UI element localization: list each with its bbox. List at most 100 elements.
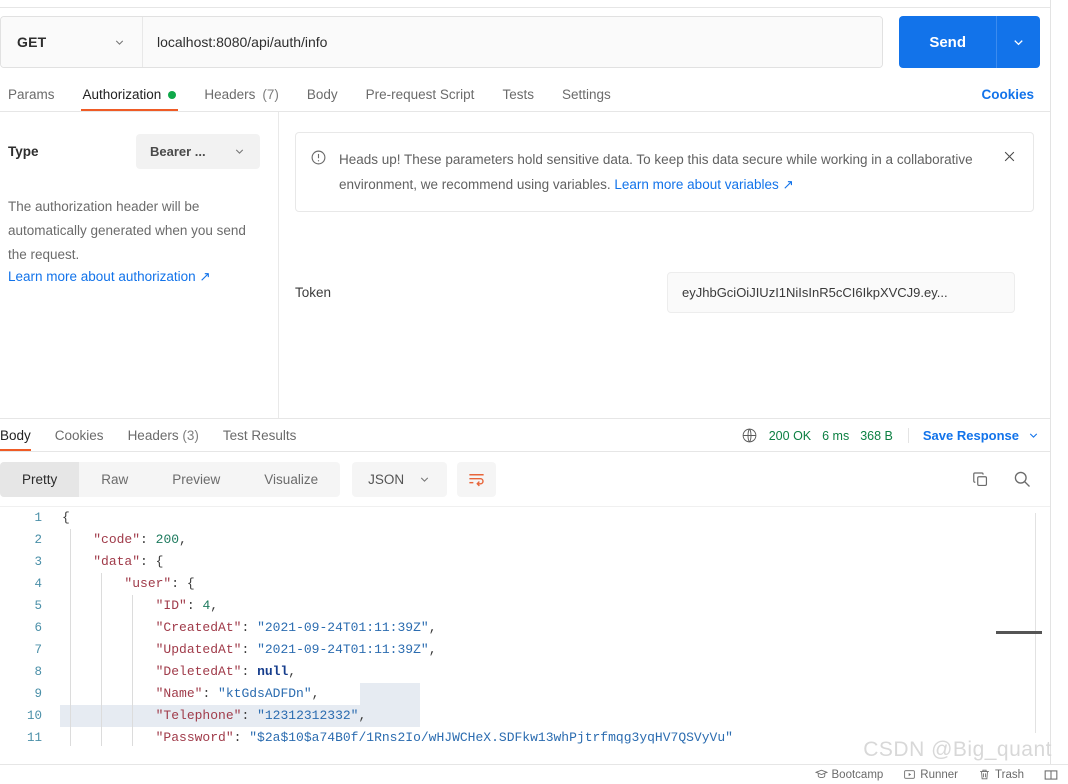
chevron-down-icon (1027, 429, 1040, 442)
code-line: 10 "Telephone": "12312312332", (0, 705, 1050, 727)
response-tab-body[interactable]: Body (0, 428, 43, 451)
view-visualize[interactable]: Visualize (242, 462, 340, 497)
response-meta: 200 OK 6 ms 368 B Save Response (741, 427, 1040, 451)
request-url-bar: GET localhost:8080/api/auth/info Send (0, 8, 1050, 76)
code-line: 11 "Password": "$2a$10$a74B0f/1Rns2Io/wH… (0, 727, 1050, 746)
wrap-lines-button[interactable] (457, 461, 497, 497)
response-actions (971, 469, 1040, 489)
response-language-select[interactable]: JSON (352, 461, 448, 497)
authorization-left-column: Type Bearer ... The authorization header… (0, 112, 279, 418)
code-line-text: "Telephone": "12312312332", (155, 708, 367, 723)
token-input[interactable]: eyJhbGciOiJIUzI1NiIsInR5cCI6IkpXVCJ9.ey.… (667, 272, 1015, 313)
tab-pre-request-script-label: Pre-request Script (365, 87, 475, 102)
chevron-down-icon (113, 36, 126, 49)
tab-authorization-label: Authorization (82, 87, 162, 102)
response-format-toolbar: Pretty Raw Preview Visualize JSON (0, 452, 1050, 506)
wrap-lines-icon (467, 470, 486, 489)
window-top-strip (0, 0, 1050, 8)
chevron-down-icon (233, 145, 246, 158)
response-tab-headers[interactable]: Headers (3) (116, 428, 211, 451)
code-line: 7 "UpdatedAt": "2021-09-24T01:11:39Z", (0, 639, 1050, 661)
http-method-value: GET (17, 34, 47, 50)
close-icon[interactable] (1000, 149, 1019, 164)
trash-icon (978, 768, 991, 781)
tab-body-label: Body (306, 87, 338, 102)
auth-configured-dot-icon (168, 90, 177, 99)
token-row: Token eyJhbGciOiJIUzI1NiIsInR5cCI6IkpXVC… (295, 272, 1034, 313)
auth-type-select[interactable]: Bearer ... (136, 134, 260, 169)
trash-button[interactable]: Trash (978, 768, 1024, 781)
globe-icon (741, 427, 758, 444)
line-number: 3 (34, 555, 42, 569)
code-vertical-scrollbar[interactable] (1035, 513, 1036, 733)
response-status: 200 OK (768, 428, 812, 443)
right-sidebar-rail (1050, 0, 1068, 764)
auth-type-value: Bearer ... (150, 144, 206, 159)
code-line: 2 "code": 200, (0, 529, 1050, 551)
code-line: 4 "user": { (0, 573, 1050, 595)
response-tab-test-results-label: Test Results (222, 428, 297, 443)
response-body-code: 1{2 "code": 200, 3 "data": {4 "user": {5 … (0, 507, 1050, 746)
selection-highlight (360, 683, 420, 705)
line-number: 8 (34, 665, 42, 679)
code-line-text: "CreatedAt": "2021-09-24T01:11:39Z", (155, 620, 437, 635)
tab-body[interactable]: Body (293, 87, 352, 111)
authorization-panel: Type Bearer ... The authorization header… (0, 112, 1050, 418)
response-size: 368 B (860, 428, 893, 443)
code-line-text: { (62, 510, 70, 525)
response-time: 6 ms (822, 428, 850, 443)
response-tab-test-results[interactable]: Test Results (211, 428, 309, 451)
notice-learn-more-link[interactable]: Learn more about variables ↗ (614, 177, 793, 192)
graduation-cap-icon (814, 768, 828, 781)
response-tab-cookies[interactable]: Cookies (43, 428, 116, 451)
line-number: 4 (34, 577, 42, 591)
tab-pre-request-script[interactable]: Pre-request Script (352, 87, 489, 111)
code-line-text: "Password": "$2a$10$a74B0f/1Rns2Io/wHJWC… (155, 730, 733, 745)
tab-headers-count: (7) (262, 87, 279, 102)
request-tab-bar: Params Authorization Headers (7) Body Pr… (0, 76, 1050, 112)
tab-params-label: Params (8, 87, 55, 102)
response-view-segmented-control: Pretty Raw Preview Visualize (0, 461, 341, 497)
save-response-button[interactable]: Save Response (907, 428, 1040, 443)
response-tab-cookies-label: Cookies (54, 428, 104, 443)
http-method-select[interactable]: GET (1, 17, 143, 67)
line-number: 1 (34, 511, 42, 525)
alert-circle-icon (310, 149, 327, 166)
url-input[interactable]: localhost:8080/api/auth/info (143, 17, 883, 67)
copy-icon[interactable] (971, 470, 990, 489)
runner-label: Runner (920, 768, 959, 781)
code-line-text: "code": 200, (93, 532, 187, 547)
view-preview[interactable]: Preview (150, 462, 242, 497)
authorization-right-column: Heads up! These parameters hold sensitiv… (279, 112, 1050, 418)
response-tab-body-label: Body (0, 428, 31, 443)
auth-learn-more-link[interactable]: Learn more about authorization ↗ (8, 269, 211, 285)
tab-authorization[interactable]: Authorization (69, 87, 191, 111)
tab-headers[interactable]: Headers (7) (190, 87, 293, 111)
code-horizontal-scrollbar-thumb[interactable] (996, 631, 1042, 634)
code-line-text: "user": { (124, 576, 195, 591)
response-body-viewer[interactable]: 1{2 "code": 200, 3 "data": {4 "user": {5 … (0, 506, 1050, 746)
tab-headers-label: Headers (204, 87, 256, 102)
send-button[interactable]: Send (899, 16, 996, 68)
tab-settings-label: Settings (561, 87, 611, 102)
tab-params[interactable]: Params (0, 87, 69, 111)
line-number: 7 (34, 643, 42, 657)
view-pretty[interactable]: Pretty (0, 461, 80, 497)
send-options-button[interactable] (996, 16, 1040, 68)
two-pane-layout-icon[interactable] (1044, 769, 1058, 781)
runner-button[interactable]: Runner (903, 768, 958, 781)
play-box-icon (903, 768, 916, 781)
notice-text: Heads up! These parameters hold sensitiv… (339, 147, 988, 197)
response-language-value: JSON (368, 471, 405, 487)
bootcamp-button[interactable]: Bootcamp (814, 768, 883, 781)
code-line-text: "UpdatedAt": "2021-09-24T01:11:39Z", (155, 642, 437, 657)
tab-settings[interactable]: Settings (548, 87, 625, 111)
search-icon[interactable] (1012, 469, 1032, 489)
view-raw[interactable]: Raw (79, 462, 150, 497)
cookies-link[interactable]: Cookies (981, 87, 1040, 111)
auth-type-row: Type Bearer ... (8, 134, 260, 169)
auth-type-label: Type (8, 144, 39, 159)
response-tab-bar: Body Cookies Headers (3) Test Results 20… (0, 418, 1050, 452)
tab-tests[interactable]: Tests (488, 87, 548, 111)
code-line: 1{ (0, 507, 1050, 529)
